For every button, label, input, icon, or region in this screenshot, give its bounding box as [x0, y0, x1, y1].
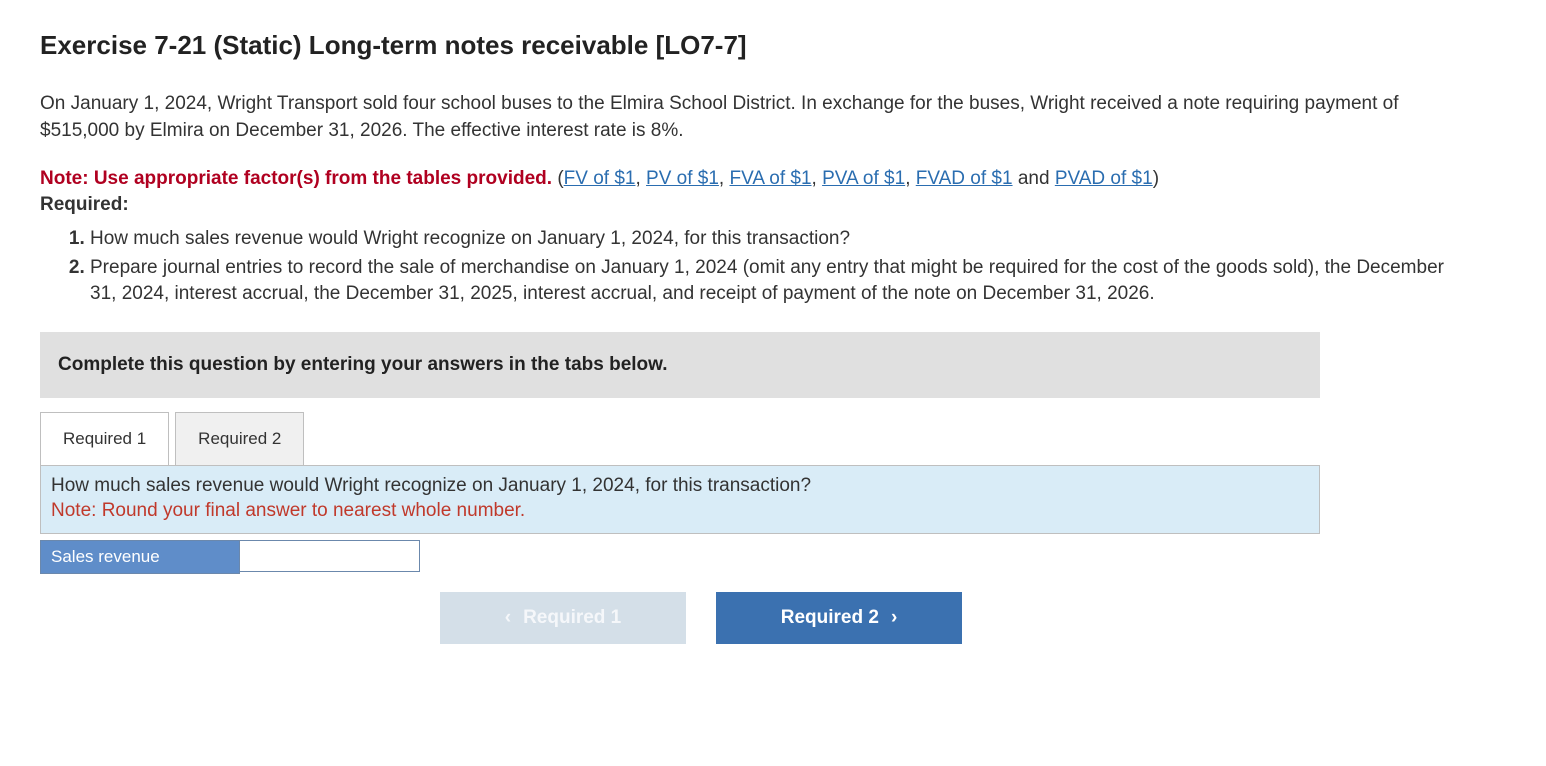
tab-panel: How much sales revenue would Wright reco…	[40, 465, 1320, 534]
answer-label: Sales revenue	[40, 540, 240, 574]
answer-row: Sales revenue	[40, 540, 1506, 574]
tab-required-2[interactable]: Required 2	[175, 412, 304, 465]
exercise-title: Exercise 7-21 (Static) Long-term notes r…	[40, 30, 1506, 61]
chevron-right-icon: ›	[891, 607, 897, 629]
tab-required-1[interactable]: Required 1	[40, 412, 169, 465]
sep: ,	[719, 168, 730, 189]
requirements-list: How much sales revenue would Wright reco…	[90, 226, 1450, 308]
requirement-1: How much sales revenue would Wright reco…	[90, 226, 1450, 253]
and-word: and	[1018, 168, 1055, 189]
next-button[interactable]: Required 2 ›	[716, 592, 962, 644]
next-button-label: Required 2	[781, 607, 879, 629]
tab-question: How much sales revenue would Wright reco…	[51, 474, 1309, 499]
requirement-2: Prepare journal entries to record the sa…	[90, 255, 1450, 308]
sep: ,	[635, 168, 646, 189]
link-pv[interactable]: PV of $1	[646, 168, 719, 189]
tab-strip: Required 1 Required 2	[40, 412, 1506, 465]
link-fv[interactable]: FV of $1	[564, 168, 636, 189]
tab-prompt: How much sales revenue would Wright reco…	[41, 466, 1319, 533]
link-pva[interactable]: PVA of $1	[822, 168, 905, 189]
link-fva[interactable]: FVA of $1	[729, 168, 811, 189]
prev-button[interactable]: ‹ Required 1	[440, 592, 686, 644]
note-prefix: Note: Use appropriate factor(s) from the…	[40, 168, 552, 189]
sep: ,	[812, 168, 823, 189]
note-close-paren: )	[1153, 168, 1159, 189]
link-fvad[interactable]: FVAD of $1	[916, 168, 1013, 189]
link-pvad[interactable]: PVAD of $1	[1055, 168, 1153, 189]
chevron-left-icon: ‹	[505, 607, 511, 629]
prev-button-label: Required 1	[523, 607, 621, 629]
sep: ,	[905, 168, 916, 189]
scenario-text: On January 1, 2024, Wright Transport sol…	[40, 91, 1420, 144]
required-label: Required:	[40, 194, 1506, 216]
nav-row: ‹ Required 1 Required 2 ›	[440, 592, 1506, 644]
sales-revenue-input[interactable]	[240, 540, 420, 572]
instruction-bar: Complete this question by entering your …	[40, 332, 1320, 398]
tab-round-note: Note: Round your final answer to nearest…	[51, 499, 1309, 524]
note-line: Note: Use appropriate factor(s) from the…	[40, 168, 1506, 190]
